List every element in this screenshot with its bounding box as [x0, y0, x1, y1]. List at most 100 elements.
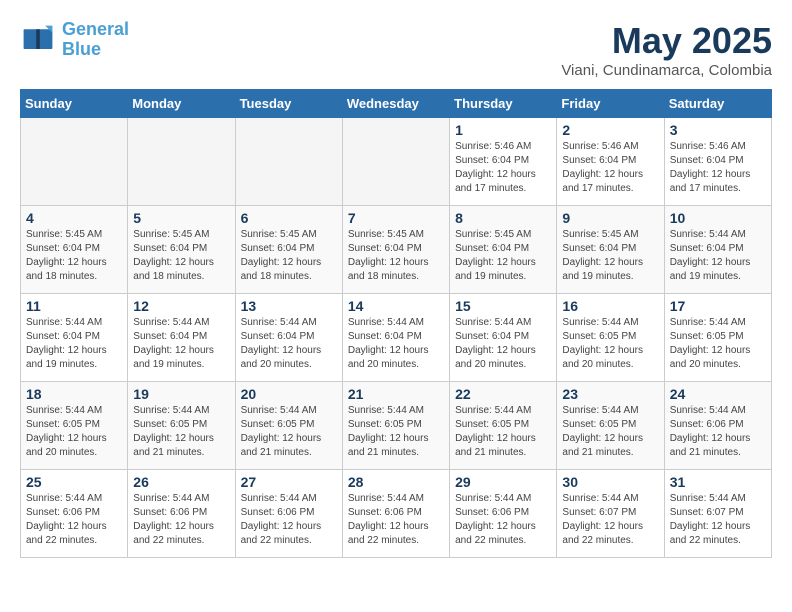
calendar-cell: 26Sunrise: 5:44 AM Sunset: 6:06 PM Dayli…	[128, 470, 235, 558]
header-sunday: Sunday	[21, 90, 128, 118]
day-number: 6	[241, 210, 337, 226]
day-info: Sunrise: 5:44 AM Sunset: 6:07 PM Dayligh…	[562, 492, 658, 548]
calendar-cell: 18 Sunrise: 5:44 AM Sunset: 6:05 PM Dayli…	[21, 382, 128, 470]
calendar-cell: 9 Sunrise: 5:45 AM Sunset: 6:04 PM Daylig…	[557, 206, 664, 294]
day-number: 22	[455, 386, 551, 402]
day-info: Sunrise: 5:44 AM Sunset: 6:05 PM Dayligh…	[562, 404, 658, 460]
calendar-cell: 21Sunrise: 5:44 AM Sunset: 6:05 PM Dayli…	[342, 382, 449, 470]
day-number: 5	[133, 210, 229, 226]
day-number: 25	[26, 474, 122, 490]
day-info: Sunrise: 5:44 AM Sunset: 6:04 PM Dayligh…	[241, 316, 337, 372]
calendar-cell: 1Sunrise: 5:46 AM Sunset: 6:04 PM Daylig…	[450, 118, 557, 206]
calendar-cell: 17Sunrise: 5:44 AM Sunset: 6:05 PM Dayli…	[664, 294, 771, 382]
day-info: Sunrise: 5:44 AM Sunset: 6:04 PM Dayligh…	[455, 316, 551, 372]
day-info: Sunrise: 5:46 AM Sunset: 6:04 PM Dayligh…	[670, 140, 766, 196]
calendar-cell: 30 Sunrise: 5:44 AM Sunset: 6:07 PM Dayli…	[557, 470, 664, 558]
logo: General Blue	[20, 20, 129, 60]
calendar-cell: 8Sunrise: 5:45 AM Sunset: 6:04 PM Daylig…	[450, 206, 557, 294]
day-number: 4	[26, 210, 122, 226]
calendar-cell: 15 Sunrise: 5:44 AM Sunset: 6:04 PM Dayli…	[450, 294, 557, 382]
day-info: Sunrise: 5:44 AM Sunset: 6:05 PM Dayligh…	[133, 404, 229, 460]
day-info: Sunrise: 5:44 AM Sunset: 6:04 PM Dayligh…	[670, 228, 766, 284]
calendar-cell	[342, 118, 449, 206]
calendar-subtitle: Viani, Cundinamarca, Colombia	[561, 62, 772, 79]
day-info: Sunrise: 5:44 AM Sunset: 6:05 PM Dayligh…	[26, 404, 122, 460]
day-number: 12	[133, 298, 229, 314]
day-number: 19	[133, 386, 229, 402]
day-info: Sunrise: 5:44 AM Sunset: 6:06 PM Dayligh…	[455, 492, 551, 548]
day-number: 18	[26, 386, 122, 402]
calendar-cell: 27 Sunrise: 5:44 AM Sunset: 6:06 PM Dayli…	[235, 470, 342, 558]
calendar-header: Sunday Monday Tuesday Wednesday Thursday…	[21, 90, 772, 118]
calendar-cell: 10 Sunrise: 5:44 AM Sunset: 6:04 PM Dayli…	[664, 206, 771, 294]
day-info: Sunrise: 5:44 AM Sunset: 6:04 PM Dayligh…	[133, 316, 229, 372]
calendar-cell	[128, 118, 235, 206]
calendar-cell: 11 Sunrise: 5:44 AM Sunset: 6:04 PM Dayli…	[21, 294, 128, 382]
header-wednesday: Wednesday	[342, 90, 449, 118]
calendar-cell: 22 Sunrise: 5:44 AM Sunset: 6:05 PM Dayli…	[450, 382, 557, 470]
day-number: 7	[348, 210, 444, 226]
calendar-cell: 12 Sunrise: 5:44 AM Sunset: 6:04 PM Dayli…	[128, 294, 235, 382]
logo-line1: General	[62, 19, 129, 39]
day-info: Sunrise: 5:45 AM Sunset: 6:04 PM Dayligh…	[562, 228, 658, 284]
calendar-table: Sunday Monday Tuesday Wednesday Thursday…	[20, 89, 772, 558]
day-number: 26	[133, 474, 229, 490]
week-row-5: 25 Sunrise: 5:44 AM Sunset: 6:06 PM Dayli…	[21, 470, 772, 558]
header-monday: Monday	[128, 90, 235, 118]
calendar-cell: 19 Sunrise: 5:44 AM Sunset: 6:05 PM Dayli…	[128, 382, 235, 470]
day-number: 17	[670, 298, 766, 314]
header-friday: Friday	[557, 90, 664, 118]
day-number: 8	[455, 210, 551, 226]
day-info: Sunrise: 5:44 AM Sunset: 6:05 PM Dayligh…	[562, 316, 658, 372]
day-number: 29	[455, 474, 551, 490]
calendar-cell: 29 Sunrise: 5:44 AM Sunset: 6:06 PM Dayli…	[450, 470, 557, 558]
day-number: 15	[455, 298, 551, 314]
calendar-cell: 28 Sunrise: 5:44 AM Sunset: 6:06 PM Dayli…	[342, 470, 449, 558]
calendar-cell: 14 Sunrise: 5:44 AM Sunset: 6:04 PM Dayli…	[342, 294, 449, 382]
calendar-title: May 2025	[561, 20, 772, 62]
day-number: 13	[241, 298, 337, 314]
day-info: Sunrise: 5:44 AM Sunset: 6:06 PM Dayligh…	[241, 492, 337, 548]
day-number: 20	[241, 386, 337, 402]
day-number: 10	[670, 210, 766, 226]
logo-line2: Blue	[62, 39, 101, 59]
title-block: May 2025 Viani, Cundinamarca, Colombia	[561, 20, 772, 79]
weekday-header-row: Sunday Monday Tuesday Wednesday Thursday…	[21, 90, 772, 118]
day-number: 2	[562, 122, 658, 138]
day-number: 24	[670, 386, 766, 402]
calendar-cell: 6Sunrise: 5:45 AM Sunset: 6:04 PM Daylig…	[235, 206, 342, 294]
day-number: 28	[348, 474, 444, 490]
calendar-cell: 4 Sunrise: 5:45 AM Sunset: 6:04 PM Daylig…	[21, 206, 128, 294]
day-number: 27	[241, 474, 337, 490]
day-info: Sunrise: 5:45 AM Sunset: 6:04 PM Dayligh…	[26, 228, 122, 284]
day-info: Sunrise: 5:44 AM Sunset: 6:05 PM Dayligh…	[455, 404, 551, 460]
day-number: 21	[348, 386, 444, 402]
week-row-1: 1Sunrise: 5:46 AM Sunset: 6:04 PM Daylig…	[21, 118, 772, 206]
day-info: Sunrise: 5:44 AM Sunset: 6:06 PM Dayligh…	[348, 492, 444, 548]
day-info: Sunrise: 5:46 AM Sunset: 6:04 PM Dayligh…	[562, 140, 658, 196]
calendar-cell: 25Sunrise: 5:44 AM Sunset: 6:06 PM Dayli…	[21, 470, 128, 558]
calendar-cell: 31 Sunrise: 5:44 AM Sunset: 6:07 PM Dayli…	[664, 470, 771, 558]
day-number: 11	[26, 298, 122, 314]
logo-icon	[20, 22, 56, 58]
calendar-cell: 24 Sunrise: 5:44 AM Sunset: 6:06 PM Dayli…	[664, 382, 771, 470]
week-row-2: 4 Sunrise: 5:45 AM Sunset: 6:04 PM Daylig…	[21, 206, 772, 294]
day-info: Sunrise: 5:44 AM Sunset: 6:06 PM Dayligh…	[670, 404, 766, 460]
header-tuesday: Tuesday	[235, 90, 342, 118]
calendar-cell: 7Sunrise: 5:45 AM Sunset: 6:04 PM Daylig…	[342, 206, 449, 294]
day-number: 9	[562, 210, 658, 226]
calendar-cell: 20 Sunrise: 5:44 AM Sunset: 6:05 PM Dayli…	[235, 382, 342, 470]
calendar-cell	[235, 118, 342, 206]
header-saturday: Saturday	[664, 90, 771, 118]
day-number: 14	[348, 298, 444, 314]
day-info: Sunrise: 5:44 AM Sunset: 6:07 PM Dayligh…	[670, 492, 766, 548]
calendar-cell: 13 Sunrise: 5:44 AM Sunset: 6:04 PM Dayli…	[235, 294, 342, 382]
calendar-cell	[21, 118, 128, 206]
day-number: 31	[670, 474, 766, 490]
week-row-4: 18 Sunrise: 5:44 AM Sunset: 6:05 PM Dayli…	[21, 382, 772, 470]
day-info: Sunrise: 5:44 AM Sunset: 6:04 PM Dayligh…	[26, 316, 122, 372]
day-number: 30	[562, 474, 658, 490]
day-info: Sunrise: 5:46 AM Sunset: 6:04 PM Dayligh…	[455, 140, 551, 196]
day-info: Sunrise: 5:44 AM Sunset: 6:04 PM Dayligh…	[348, 316, 444, 372]
day-info: Sunrise: 5:44 AM Sunset: 6:05 PM Dayligh…	[241, 404, 337, 460]
